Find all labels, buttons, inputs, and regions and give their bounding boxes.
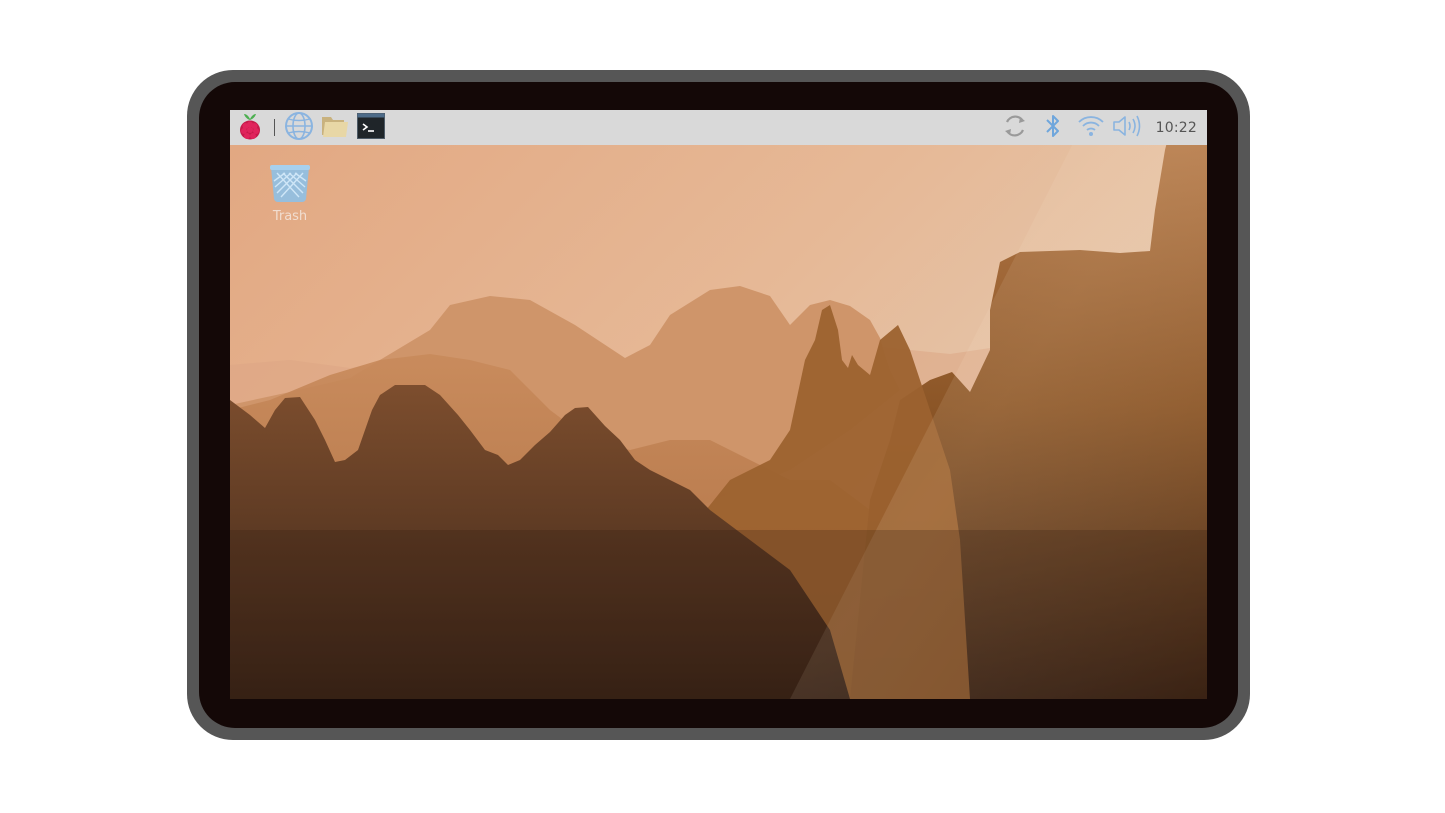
file-manager-button[interactable] [317, 110, 353, 145]
sync-icon [1002, 113, 1028, 143]
desktop-screen: 10:22 Trash [230, 110, 1207, 699]
device-frame: 10:22 Trash [187, 70, 1250, 740]
terminal-button[interactable] [353, 110, 389, 145]
desktop-icon-label: Trash [272, 209, 308, 224]
wifi-button[interactable] [1072, 110, 1110, 145]
system-tray: 10:22 [996, 110, 1207, 145]
taskbar-separator [274, 119, 275, 136]
updates-button[interactable] [996, 110, 1034, 145]
desktop-icon-trash[interactable]: Trash [264, 163, 316, 224]
wifi-icon [1077, 114, 1105, 142]
desktop-wallpaper [230, 110, 1207, 699]
volume-icon [1112, 114, 1142, 142]
bluetooth-button[interactable] [1034, 110, 1072, 145]
terminal-icon [357, 112, 385, 143]
folder-icon [320, 113, 350, 143]
bluetooth-icon [1044, 112, 1062, 144]
taskbar: 10:22 [230, 110, 1207, 145]
volume-button[interactable] [1110, 110, 1144, 145]
raspberry-pi-logo-icon [237, 111, 263, 145]
main-menu-button[interactable] [230, 110, 270, 145]
taskbar-launchers [230, 110, 389, 145]
trash-icon [268, 165, 312, 207]
web-browser-button[interactable] [281, 110, 317, 145]
globe-icon [284, 111, 314, 145]
taskbar-clock[interactable]: 10:22 [1156, 120, 1197, 136]
